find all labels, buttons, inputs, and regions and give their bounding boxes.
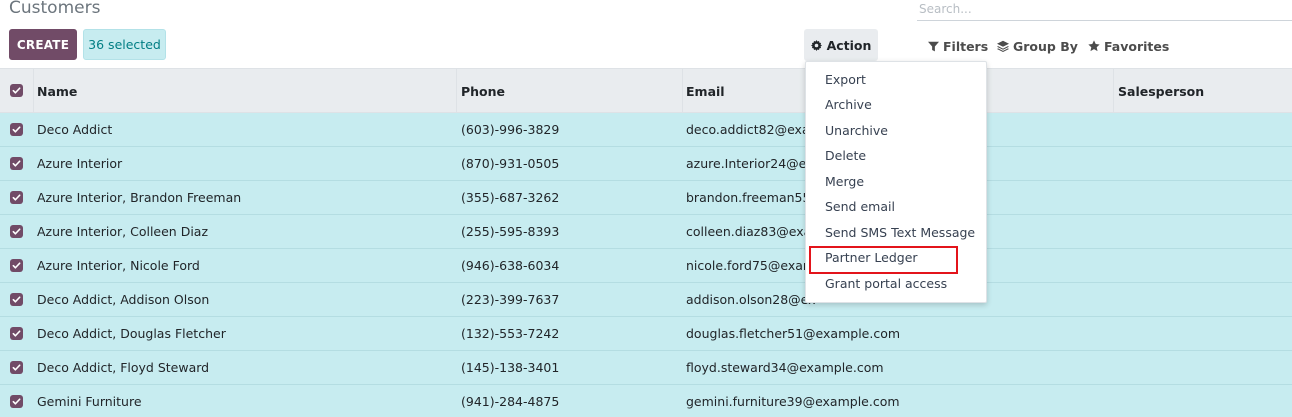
row-checkbox[interactable] (10, 191, 23, 204)
cell-name: Gemini Furniture (37, 394, 142, 409)
cell-email: floyd.steward34@example.com (686, 360, 884, 375)
cell-email: gemini.furniture39@example.com (686, 394, 900, 409)
row-checkbox[interactable] (10, 259, 23, 272)
menu-item-partner-ledger[interactable]: Partner Ledger (806, 245, 986, 270)
row-checkbox[interactable] (10, 123, 23, 136)
menu-item-export[interactable]: Export (806, 67, 986, 92)
filters-button[interactable]: Filters (927, 36, 988, 56)
cell-phone: (941)-284-4875 (461, 394, 560, 409)
menu-item-delete[interactable]: Delete (806, 143, 986, 168)
cell-name: Deco Addict, Floyd Steward (37, 360, 210, 375)
cell-phone: (946)-638-6034 (461, 258, 560, 273)
table-header: Name Phone Email Salesperson (0, 68, 1292, 113)
row-checkbox[interactable] (10, 157, 23, 170)
row-checkbox[interactable] (10, 327, 23, 340)
checkmark-icon (12, 87, 21, 94)
cell-phone: (255)-595-8393 (461, 224, 560, 239)
cell-salesperson (1118, 385, 1288, 417)
column-header-name[interactable]: Name (37, 69, 77, 113)
layers-icon (997, 40, 1009, 52)
row-checkbox[interactable] (10, 395, 23, 408)
group-by-button[interactable]: Group By (997, 36, 1078, 56)
checkmark-icon (12, 398, 21, 405)
checkmark-icon (12, 126, 21, 133)
cell-phone: (870)-931-0505 (461, 156, 560, 171)
cell-phone: (355)-687-3262 (461, 190, 560, 205)
cell-name: Azure Interior, Colleen Diaz (37, 224, 209, 239)
checkmark-icon (12, 194, 21, 201)
menu-item-send-email[interactable]: Send email (806, 194, 986, 219)
table-row[interactable]: Gemini Furniture (941)-284-4875 gemini.fur… (0, 385, 1292, 417)
row-checkbox[interactable] (10, 225, 23, 238)
favorites-button[interactable]: Favorites (1088, 36, 1169, 56)
cell-salesperson (1118, 113, 1288, 146)
menu-item-grant-portal-access[interactable]: Grant portal access (806, 271, 986, 296)
menu-item-unarchive[interactable]: Unarchive (806, 118, 986, 143)
cell-name: Deco Addict, Douglas Fletcher (37, 326, 226, 341)
cell-salesperson (1118, 317, 1288, 350)
menu-item-archive[interactable]: Archive (806, 92, 986, 117)
search-input[interactable] (917, 0, 1292, 21)
page-title: Customers (9, 0, 101, 18)
cell-email: douglas.fletcher51@example.com (686, 326, 901, 341)
cell-name: Deco Addict (37, 122, 113, 137)
cell-phone: (603)-996-3829 (461, 122, 560, 137)
cell-salesperson (1118, 215, 1288, 248)
cell-phone: (145)-138-3401 (461, 360, 560, 375)
cell-salesperson (1118, 147, 1288, 180)
table-row[interactable]: Azure Interior, Colleen Diaz (255)-595-83… (0, 215, 1292, 249)
cell-name: Azure Interior, Nicole Ford (37, 258, 200, 273)
checkmark-icon (12, 296, 21, 303)
column-header-salesperson[interactable]: Salesperson (1118, 69, 1204, 113)
table-row[interactable]: Azure Interior (870)-931-0505 azure.Interi… (0, 147, 1292, 181)
table-row[interactable]: Azure Interior, Brandon Freeman (355)-687… (0, 181, 1292, 215)
cell-name: Deco Addict, Addison Olson (37, 292, 210, 307)
group-by-label: Group By (1013, 38, 1078, 54)
menu-item-merge[interactable]: Merge (806, 169, 986, 194)
menu-item-send-sms[interactable]: Send SMS Text Message (806, 220, 986, 245)
table-row[interactable]: Deco Addict, Floyd Steward (145)-138-3401… (0, 351, 1292, 385)
checkmark-icon (12, 330, 21, 337)
table-row[interactable]: Deco Addict, Addison Olson (223)-399-7637… (0, 283, 1292, 317)
action-label: Action (826, 37, 872, 53)
checkmark-icon (12, 364, 21, 371)
table-row[interactable]: Deco Addict, Douglas Fletcher (132)-553-7… (0, 317, 1292, 351)
select-all-checkbox[interactable] (10, 84, 23, 97)
cell-phone: (132)-553-7242 (461, 326, 560, 341)
gear-icon (811, 39, 823, 51)
table-row[interactable]: Azure Interior, Nicole Ford (946)-638-603… (0, 249, 1292, 283)
action-button[interactable]: Action (804, 29, 878, 61)
action-dropdown-menu: Export Archive Unarchive Delete Merge Se… (805, 61, 987, 303)
cell-salesperson (1118, 351, 1288, 384)
star-icon (1088, 40, 1100, 52)
filter-icon (927, 40, 939, 52)
column-header-phone[interactable]: Phone (461, 69, 505, 113)
table-row[interactable]: Deco Addict (603)-996-3829 deco.addict82@e… (0, 113, 1292, 147)
checkmark-icon (12, 262, 21, 269)
create-button[interactable]: CREATE (9, 29, 77, 60)
row-checkbox[interactable] (10, 361, 23, 374)
favorites-label: Favorites (1104, 38, 1170, 54)
checkmark-icon (12, 228, 21, 235)
filters-label: Filters (943, 38, 989, 54)
cell-salesperson (1118, 249, 1288, 282)
cell-phone: (223)-399-7637 (461, 292, 560, 307)
cell-salesperson (1118, 181, 1288, 214)
column-header-email[interactable]: Email (686, 69, 725, 113)
cell-name: Azure Interior, Brandon Freeman (37, 190, 242, 205)
cell-salesperson (1118, 283, 1288, 316)
cell-name: Azure Interior (37, 156, 123, 171)
checkmark-icon (12, 160, 21, 167)
selected-count-badge[interactable]: 36 selected (83, 29, 166, 60)
row-checkbox[interactable] (10, 293, 23, 306)
